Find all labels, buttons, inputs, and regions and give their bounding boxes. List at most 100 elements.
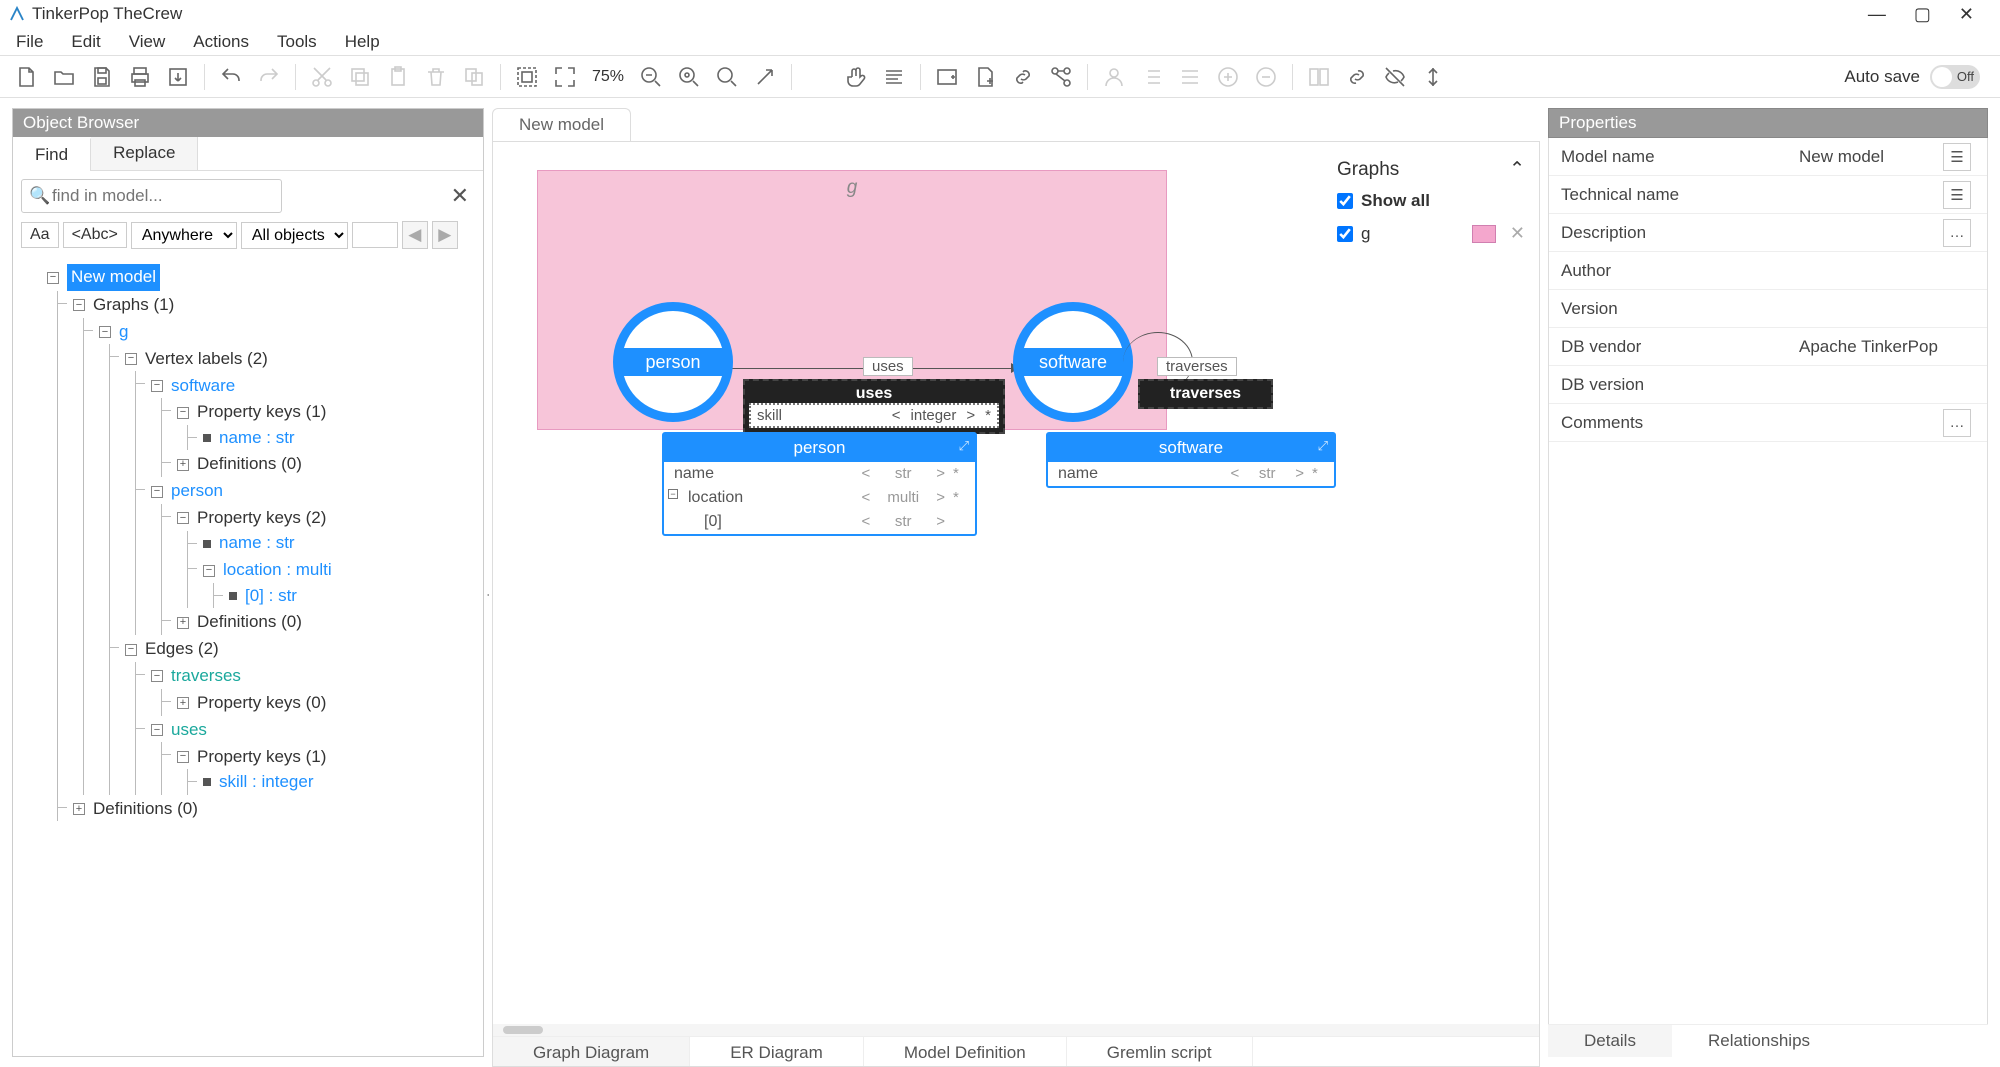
window-minimize-icon[interactable]: — xyxy=(1868,4,1886,25)
tree-person-pk[interactable]: Property keys (2) xyxy=(197,506,326,531)
list-button[interactable] xyxy=(1134,59,1170,95)
prop-more-icon[interactable]: … xyxy=(1943,219,1971,247)
tree-software-name[interactable]: name : str xyxy=(219,426,295,451)
expand-icon[interactable]: ⤢ xyxy=(1318,438,1328,454)
collapse-button[interactable] xyxy=(1415,59,1451,95)
model-tree[interactable]: −New model −Graphs (1) −g −Vertex labels… xyxy=(13,257,483,1056)
zoom-level[interactable]: 75% xyxy=(585,65,631,89)
graph-g-checkbox[interactable] xyxy=(1337,226,1353,242)
zoom-out-button[interactable] xyxy=(633,59,669,95)
tree-traverses-pk[interactable]: Property keys (0) xyxy=(197,691,326,716)
tab-find[interactable]: Find xyxy=(13,138,91,171)
visibility-off-button[interactable] xyxy=(1377,59,1413,95)
graph-g-color-swatch[interactable] xyxy=(1472,225,1496,243)
tree-software-pk[interactable]: Property keys (1) xyxy=(197,400,326,425)
paste-button[interactable] xyxy=(380,59,416,95)
vtab-er-diagram[interactable]: ER Diagram xyxy=(690,1037,864,1066)
rp-tab-details[interactable]: Details xyxy=(1548,1025,1672,1057)
add-container-button[interactable] xyxy=(929,59,965,95)
add-link-button[interactable] xyxy=(1005,59,1041,95)
tree-defs[interactable]: Definitions (0) xyxy=(93,797,198,822)
horizontal-scrollbar[interactable] xyxy=(493,1024,1539,1036)
pointer-button[interactable] xyxy=(800,59,836,95)
link-toggle-button[interactable] xyxy=(1339,59,1375,95)
autosave-toggle[interactable]: Off xyxy=(1930,65,1980,89)
graph-g-label[interactable]: g xyxy=(1361,224,1370,244)
window-close-icon[interactable]: ✕ xyxy=(1959,4,1974,25)
entity-person[interactable]: person⤢ name<str>* −location<multi>* [0]… xyxy=(662,432,977,536)
window-maximize-icon[interactable]: ▢ xyxy=(1914,4,1931,25)
menu-tools[interactable]: Tools xyxy=(265,28,329,56)
tree-software-defs[interactable]: Definitions (0) xyxy=(197,452,302,477)
tree-person-loc0[interactable]: [0] : str xyxy=(245,584,297,609)
zoom-reset-button[interactable] xyxy=(671,59,707,95)
search-input[interactable] xyxy=(21,179,282,213)
cut-button[interactable] xyxy=(304,59,340,95)
vtab-model-def[interactable]: Model Definition xyxy=(864,1037,1067,1066)
menu-view[interactable]: View xyxy=(117,28,178,56)
prop-adjust-icon[interactable]: ☰ xyxy=(1943,143,1971,171)
delete-button[interactable] xyxy=(418,59,454,95)
filter-next-icon[interactable]: ▶ xyxy=(432,221,458,249)
remove-circle-button[interactable] xyxy=(1248,59,1284,95)
filter-word[interactable]: <Abc> xyxy=(63,222,127,248)
edge-uses-band[interactable]: uses skill < integer > * xyxy=(743,379,1005,434)
canvas[interactable]: g person software uses uses xyxy=(492,141,1540,1067)
add-relation-button[interactable] xyxy=(1043,59,1079,95)
tree-vlabels[interactable]: Vertex labels (2) xyxy=(145,347,268,372)
menu-edit[interactable]: Edit xyxy=(59,28,112,56)
tree-traverses[interactable]: traverses xyxy=(171,664,241,689)
filter-where[interactable]: Anywhere xyxy=(131,222,237,249)
save-button[interactable] xyxy=(84,59,120,95)
add-circle-button[interactable] xyxy=(1210,59,1246,95)
zoom-in-button[interactable] xyxy=(709,59,745,95)
tab-replace[interactable]: Replace xyxy=(91,137,198,170)
diagram-tab[interactable]: New model xyxy=(492,108,631,141)
align-button[interactable] xyxy=(876,59,912,95)
entity-software[interactable]: software⤢ name<str>* xyxy=(1046,432,1336,488)
filter-what[interactable]: All objects xyxy=(241,222,348,249)
expand-icon[interactable]: ⤢ xyxy=(959,438,969,454)
menu-actions[interactable]: Actions xyxy=(181,28,261,56)
edge-traverses-label[interactable]: traverses xyxy=(1157,357,1237,376)
tree-g[interactable]: g xyxy=(119,320,128,345)
vertex-person[interactable]: person xyxy=(613,302,733,422)
copy-button[interactable] xyxy=(342,59,378,95)
menu-help[interactable]: Help xyxy=(333,28,392,56)
tree-person-defs[interactable]: Definitions (0) xyxy=(197,610,302,635)
tree-graphs[interactable]: Graphs (1) xyxy=(93,293,174,318)
prop-model-name-value[interactable]: New model xyxy=(1799,147,1943,167)
duplicate-button[interactable] xyxy=(456,59,492,95)
edge-uses-label[interactable]: uses xyxy=(863,357,913,376)
prop-more-icon[interactable]: … xyxy=(1943,409,1971,437)
chevron-up-icon[interactable]: ⌃ xyxy=(1509,158,1525,181)
expand-button[interactable] xyxy=(747,59,783,95)
prop-adjust-icon[interactable]: ☰ xyxy=(1943,181,1971,209)
tree-uses[interactable]: uses xyxy=(171,718,207,743)
user-button[interactable] xyxy=(1096,59,1132,95)
tree-person-loc[interactable]: location : multi xyxy=(223,558,332,583)
new-file-button[interactable] xyxy=(8,59,44,95)
search-clear-icon[interactable]: ✕ xyxy=(445,183,475,209)
hand-button[interactable] xyxy=(838,59,874,95)
tree-person-name[interactable]: name : str xyxy=(219,531,295,556)
show-all-checkbox[interactable] xyxy=(1337,193,1353,209)
fit-screen-button[interactable] xyxy=(547,59,583,95)
split-button[interactable] xyxy=(1301,59,1337,95)
select-all-button[interactable] xyxy=(509,59,545,95)
open-button[interactable] xyxy=(46,59,82,95)
redo-button[interactable] xyxy=(251,59,287,95)
add-document-button[interactable] xyxy=(967,59,1003,95)
filter-text[interactable] xyxy=(352,222,398,248)
vtab-graph-diagram[interactable]: Graph Diagram xyxy=(493,1037,690,1066)
edge-traverses-band[interactable]: traverses xyxy=(1138,379,1273,409)
graph-g-remove-icon[interactable]: ✕ xyxy=(1504,223,1525,244)
prop-dbvendor-select[interactable]: Apache TinkerPop xyxy=(1789,337,1987,357)
tree-edges[interactable]: Edges (2) xyxy=(145,637,219,662)
filter-case[interactable]: Aa xyxy=(21,222,59,248)
rp-tab-relationships[interactable]: Relationships xyxy=(1672,1025,1846,1057)
print-button[interactable] xyxy=(122,59,158,95)
tree-person[interactable]: person xyxy=(171,479,223,504)
undo-button[interactable] xyxy=(213,59,249,95)
tree-uses-skill[interactable]: skill : integer xyxy=(219,770,313,795)
